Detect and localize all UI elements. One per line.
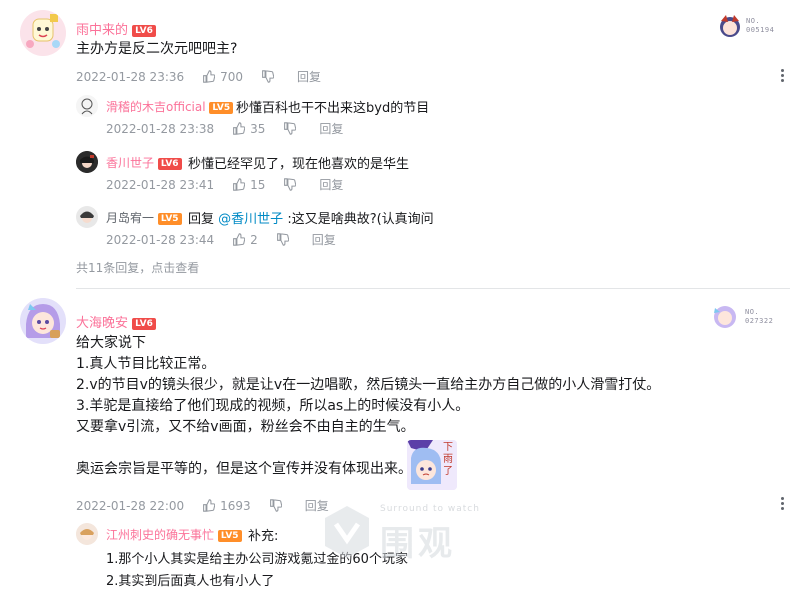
comment-line: 又要拿v引流，又不给v画面，粉丝会不由自主的生气。 <box>76 419 415 435</box>
thumb-down-icon <box>262 70 275 83</box>
reply-button[interactable]: 回复 <box>319 120 343 137</box>
fan-label: NO. <box>745 308 760 316</box>
dislike-button[interactable] <box>261 70 279 83</box>
reply-time: 2022-01-28 23:38 <box>106 121 215 136</box>
like-count: 700 <box>220 69 244 84</box>
reply-button[interactable]: 回复 <box>319 176 343 193</box>
comment-time: 2022-01-28 22:00 <box>76 498 185 513</box>
dislike-button[interactable] <box>283 122 301 135</box>
thumb-down-icon <box>276 233 289 246</box>
dislike-button[interactable] <box>276 233 294 246</box>
username[interactable]: 雨中来的 <box>76 23 128 38</box>
fan-number: 005194 <box>746 26 775 34</box>
like-button[interactable]: 700 <box>202 70 243 84</box>
thumb-up-icon <box>233 233 246 246</box>
fan-avatar-icon <box>720 15 740 37</box>
fan-badge: NO. 027322 <box>711 302 787 330</box>
thumb-up-icon <box>233 122 246 135</box>
thumb-up-icon <box>233 178 246 191</box>
reply-time: 2022-01-28 23:44 <box>106 232 215 247</box>
username[interactable]: 滑稽的木吉official <box>106 100 206 114</box>
like-button[interactable]: 2 <box>232 233 258 247</box>
sticker-text: 下雨了 <box>443 442 453 477</box>
like-count: 15 <box>250 177 266 192</box>
reply-text: 回复 @香川世子 :这又是啥典故?(认真询问 <box>188 208 434 227</box>
avatar[interactable] <box>76 151 98 173</box>
level-badge: LV5 <box>157 212 182 225</box>
avatar[interactable] <box>76 206 98 228</box>
thumb-up-icon <box>203 499 216 512</box>
thumb-down-icon <box>269 499 282 512</box>
reply-button[interactable]: 回复 <box>297 68 321 85</box>
reply-body: :这又是啥典故?(认真询问 <box>287 212 434 227</box>
avatar[interactable] <box>20 298 66 344</box>
username[interactable]: 江州刺史的确无事忙 <box>106 528 214 542</box>
reply-text: 秒懂百科也干不出来这byd的节目 <box>236 101 430 116</box>
comment-line: 奥运会宗旨是平等的，但是这个宣传并没有体现出来。 <box>76 461 412 477</box>
reply-meta: 2022-01-28 23:41 15 回复 <box>106 176 343 193</box>
reply-button[interactable]: 回复 <box>312 231 336 248</box>
reply-text: 补充: <box>248 529 279 544</box>
thumb-down-icon <box>284 178 297 191</box>
like-count: 35 <box>250 121 266 136</box>
mention-link[interactable]: @香川世子 <box>218 212 283 227</box>
comment-text: 主办方是反二次元吧吧主? <box>76 41 238 57</box>
reply-meta: 2022-01-28 23:38 35 回复 <box>106 120 343 137</box>
fan-avatar-icon <box>714 306 736 328</box>
sticker-emote: 下雨了 <box>407 440 457 490</box>
username[interactable]: 月岛宥一 <box>106 211 154 225</box>
like-count: 1693 <box>220 498 251 513</box>
reply-button[interactable]: 回复 <box>305 497 329 514</box>
dislike-button[interactable] <box>269 499 287 512</box>
comment-meta: 2022-01-28 22:00 1693 回复 <box>76 497 329 514</box>
comment-line <box>76 438 660 459</box>
username[interactable]: 大海晚安 <box>76 316 128 331</box>
level-badge: LV6 <box>132 317 156 330</box>
like-button[interactable]: 15 <box>232 178 265 192</box>
avatar[interactable] <box>20 10 66 56</box>
reply-time: 2022-01-28 23:41 <box>106 177 215 192</box>
reply-text: 秒懂已经罕见了，现在他喜欢的是华生 <box>188 157 410 172</box>
avatar[interactable] <box>76 95 98 117</box>
view-more-replies-link[interactable]: 共11条回复，点击查看 <box>76 259 199 276</box>
username[interactable]: 香川世子 <box>106 156 154 170</box>
comment-line: 给大家说下 <box>76 335 146 351</box>
comment-meta: 2022-01-28 23:36 700 回复 <box>76 68 321 85</box>
comment-line: 2.v的节目v的镜头很少，就是让v在一边唱歌，然后镜头一直给主办方自己做的小人滑… <box>76 377 661 393</box>
like-count: 2 <box>250 232 258 247</box>
thumb-up-icon <box>203 70 216 83</box>
comment-line: 3.羊驼是直接给了他们现成的视频，所以as上的时候没有小人。 <box>76 398 470 414</box>
more-options-icon[interactable] <box>781 497 785 510</box>
reply-line: 2.其实到后面真人也有小人了 <box>106 574 275 589</box>
level-badge: LV5 <box>217 529 242 542</box>
fan-number: 027322 <box>745 317 774 325</box>
level-badge: LV6 <box>157 157 182 170</box>
comment-divider <box>76 288 790 289</box>
like-button[interactable]: 1693 <box>202 499 251 513</box>
fan-badge: NO. 005194 <box>718 13 786 39</box>
more-options-icon[interactable] <box>781 69 785 82</box>
fan-label: NO. <box>746 17 761 25</box>
reply-meta: 2022-01-28 23:44 2 回复 <box>106 231 336 248</box>
avatar[interactable] <box>76 523 98 545</box>
dislike-button[interactable] <box>283 178 301 191</box>
comment-text: 给大家说下 1.真人节目比较正常。 2.v的节目v的镜头很少，就是让v在一边唱歌… <box>76 333 660 480</box>
level-badge: LV6 <box>132 24 156 37</box>
comment-time: 2022-01-28 23:36 <box>76 69 185 84</box>
watermark-subtitle: Surround to watch <box>380 504 480 514</box>
thumb-down-icon <box>284 122 297 135</box>
reply-line: 1.那个小人其实是给主办公司游戏氪过金的60个玩家 <box>106 552 408 567</box>
like-button[interactable]: 35 <box>232 122 265 136</box>
comment-line: 1.真人节目比较正常。 <box>76 356 216 372</box>
reply-prefix: 回复 <box>188 212 215 227</box>
level-badge: LV5 <box>209 101 234 114</box>
